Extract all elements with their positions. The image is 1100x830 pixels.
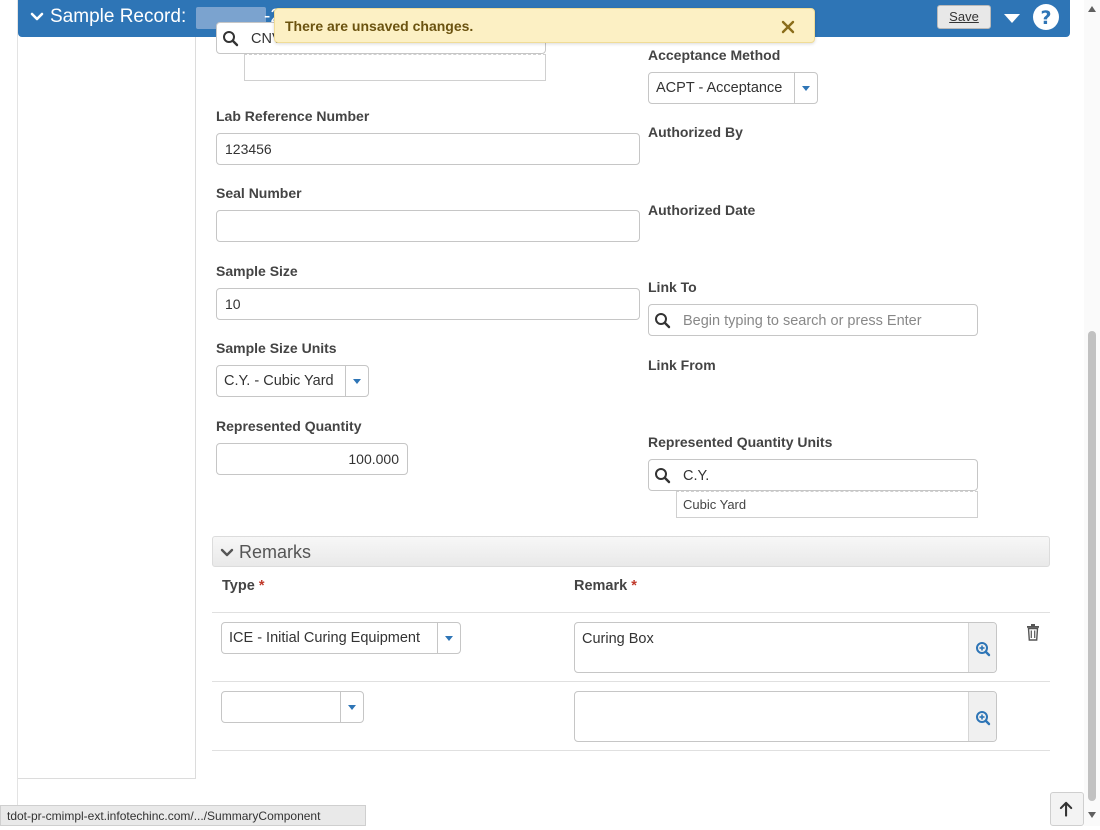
browser-status-bar: tdot-pr-cmimpl-ext.infotechinc.com/.../S… [0, 805, 366, 826]
chevron-down-icon[interactable] [794, 73, 817, 103]
authorized-date-label: Authorized Date [648, 202, 756, 218]
left-edge [0, 0, 18, 826]
chevron-down-icon[interactable] [437, 623, 460, 653]
toast-message: There are unsaved changes. [285, 18, 474, 34]
row-divider [212, 750, 1050, 751]
remarks-section-header[interactable]: Remarks [212, 536, 1050, 567]
remark-textarea[interactable]: Curing Box [574, 622, 997, 673]
lab-reference-label: Lab Reference Number [216, 108, 370, 124]
search-icon [223, 31, 239, 47]
link-to-label: Link To [648, 279, 697, 295]
save-button[interactable]: Save [937, 5, 991, 29]
chevron-down-icon[interactable] [340, 692, 363, 722]
link-to-search[interactable]: Begin typing to search or press Enter [648, 304, 978, 336]
scroll-to-top-button[interactable] [1050, 792, 1084, 826]
remark-column-label: Remark [574, 578, 628, 594]
represented-quantity-units-search[interactable]: C.Y. [648, 459, 978, 491]
close-icon[interactable] [780, 19, 796, 35]
remark-type-select[interactable] [221, 691, 364, 723]
zoom-in-button[interactable] [968, 623, 996, 672]
represented-quantity-label: Represented Quantity [216, 418, 362, 434]
represented-quantity-units-value: C.Y. [683, 468, 710, 484]
zoom-in-icon [976, 642, 991, 657]
trash-icon[interactable] [1024, 623, 1042, 641]
help-icon[interactable]: ? [1032, 3, 1060, 31]
zoom-in-button[interactable] [968, 692, 996, 741]
link-from-label: Link From [648, 357, 716, 373]
left-pane-bottom-divider [18, 778, 196, 779]
represented-quantity-units-description: Cubic Yard [676, 491, 978, 518]
remark-type-value: ICE - Initial Curing Equipment [229, 630, 420, 646]
remark-column-header: Remark * [574, 578, 637, 594]
represented-quantity-units-label: Represented Quantity Units [648, 434, 833, 450]
chevron-down-icon[interactable] [345, 366, 368, 396]
sample-size-units-value: C.Y. - Cubic Yard [224, 373, 334, 389]
remarks-title: Remarks [239, 542, 312, 562]
remark-text: Curing Box [582, 631, 654, 647]
link-to-placeholder: Begin typing to search or press Enter [683, 313, 922, 329]
left-pane-divider [195, 37, 196, 779]
search-icon [655, 313, 671, 329]
seal-number-label: Seal Number [216, 185, 302, 201]
remark-textarea[interactable] [574, 691, 997, 742]
row-divider [212, 681, 1050, 682]
represented-quantity-input[interactable]: 100.000 [216, 443, 408, 475]
acceptance-method-select[interactable]: ACPT - Acceptance [648, 72, 818, 104]
svg-text:?: ? [1040, 7, 1051, 29]
record-title: Sample Record: [50, 6, 187, 27]
sample-size-input[interactable]: 10 [216, 288, 640, 320]
scroll-up-arrow-icon[interactable] [1087, 4, 1097, 14]
sample-size-units-select[interactable]: C.Y. - Cubic Yard [216, 365, 369, 397]
authorized-by-label: Authorized By [648, 124, 743, 140]
required-marker: * [631, 578, 637, 594]
remark-type-select[interactable]: ICE - Initial Curing Equipment [221, 622, 461, 654]
unsaved-changes-toast: There are unsaved changes. [274, 8, 815, 43]
chevron-down-icon[interactable] [1003, 9, 1021, 27]
chevron-down-icon[interactable] [28, 8, 46, 26]
sample-size-label: Sample Size [216, 263, 298, 279]
type-column-label: Type [222, 578, 255, 594]
scroll-down-arrow-icon[interactable] [1087, 810, 1097, 820]
acceptance-method-label: Acceptance Method [648, 47, 781, 63]
search-icon [655, 468, 671, 484]
required-marker: * [258, 578, 265, 594]
scrollbar-thumb[interactable] [1088, 331, 1096, 801]
type-column-header: Type * [222, 578, 264, 594]
chevron-down-icon[interactable] [219, 545, 235, 561]
sample-size-units-label: Sample Size Units [216, 340, 337, 356]
acceptance-method-value: ACPT - Acceptance [656, 80, 783, 96]
arrow-up-icon [1059, 801, 1073, 817]
seal-number-input[interactable] [216, 210, 640, 242]
lab-reference-input[interactable]: 123456 [216, 133, 640, 165]
zoom-in-icon [976, 711, 991, 726]
row-divider [212, 612, 1050, 613]
top-search-description [244, 54, 546, 81]
